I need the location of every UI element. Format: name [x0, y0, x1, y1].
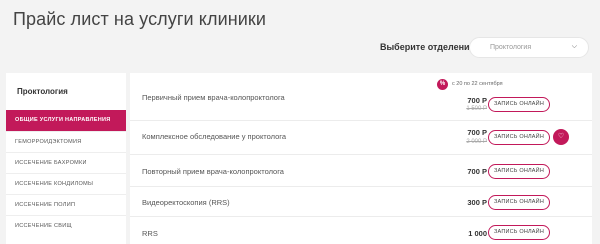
service-row: Повторный прием врача-колопроктолога 700…	[130, 155, 592, 187]
service-name: Видеоректоскопия (RRS)	[142, 198, 230, 207]
page-title: Прайс лист на услуги клиники	[13, 9, 267, 29]
service-old-price: 1 500 Р	[466, 106, 487, 112]
chevron-down-icon: ⌵	[571, 43, 577, 50]
sidebar-item-fistula-excision[interactable]: ИССЕЧЕНИЕ СВИЩ	[6, 215, 126, 236]
department-label: Выберите отделение	[380, 42, 475, 52]
service-name: RRS	[142, 229, 158, 238]
sidebar-item-label: ГЕМОРРОИДЭКТОМИЯ	[15, 139, 82, 145]
sidebar-title: Проктология	[17, 87, 68, 96]
service-price: 700 Р	[467, 128, 487, 137]
sidebar-item-label: ОБЩИЕ УСЛУГИ НАПРАВЛЕНИЯ	[15, 117, 111, 123]
service-name: Первичный прием врача-колопроктолога	[142, 93, 285, 102]
price-list: Первичный прием врача-колопроктолога % с…	[130, 73, 592, 244]
sidebar-item-label: ИССЕЧЕНИЕ СВИЩ	[15, 223, 72, 229]
sidebar-item-polyp-excision[interactable]: ИССЕЧЕНИЕ ПОЛИП	[6, 194, 126, 215]
service-row: Комплексное обследование у проктолога 70…	[130, 121, 592, 155]
sidebar-item-label: ИССЕЧЕНИЕ КОНДИЛОМЫ	[15, 181, 94, 187]
service-row: RRS 1 000 ЗАПИСЬ ОНЛАЙН	[130, 217, 592, 244]
service-name: Комплексное обследование у проктолога	[142, 132, 287, 141]
sidebar-item-label: ИССЕЧЕНИЕ ПОЛИП	[15, 202, 76, 208]
sidebar-item-condyloma-excision[interactable]: ИССЕЧЕНИЕ КОНДИЛОМЫ	[6, 173, 126, 194]
book-online-button[interactable]: ЗАПИСЬ ОНЛАЙН	[488, 195, 550, 210]
book-online-button[interactable]: ЗАПИСЬ ОНЛАЙН	[488, 97, 550, 112]
department-select[interactable]: Проктология ⌵	[469, 37, 589, 58]
discount-badge: %	[437, 79, 448, 90]
service-row: Видеоректоскопия (RRS) 300 Р ЗАПИСЬ ОНЛА…	[130, 187, 592, 217]
service-name: Повторный прием врача-колопроктолога	[142, 167, 284, 176]
service-old-price: 2 000 Р	[466, 139, 487, 145]
book-online-button[interactable]: ЗАПИСЬ ОНЛАЙН	[488, 130, 550, 145]
service-price: 1 000	[468, 229, 487, 238]
sidebar-item-label: ИССЕЧЕНИЕ БАХРОМКИ	[15, 160, 87, 166]
service-price: 300 Р	[467, 198, 487, 207]
service-row: Первичный прием врача-колопроктолога % с…	[130, 73, 592, 121]
sidebar: Проктология ОБЩИЕ УСЛУГИ НАПРАВЛЕНИЯ ГЕМ…	[6, 73, 126, 244]
sidebar-item-general[interactable]: ОБЩИЕ УСЛУГИ НАПРАВЛЕНИЯ	[6, 110, 126, 131]
heart-icon[interactable]: ♡	[553, 129, 569, 145]
sidebar-item-hemorrhoidectomy[interactable]: ГЕМОРРОИДЭКТОМИЯ	[6, 131, 126, 152]
service-price: 700 Р	[467, 167, 487, 176]
sidebar-item-fringe-excision[interactable]: ИССЕЧЕНИЕ БАХРОМКИ	[6, 152, 126, 173]
department-select-value: Проктология	[490, 44, 532, 51]
book-online-button[interactable]: ЗАПИСЬ ОНЛАЙН	[488, 164, 550, 179]
service-price: 700 Р	[467, 96, 487, 105]
book-online-button[interactable]: ЗАПИСЬ ОНЛАЙН	[488, 225, 550, 240]
promo-period: с 20 по 22 сентября	[452, 81, 503, 87]
